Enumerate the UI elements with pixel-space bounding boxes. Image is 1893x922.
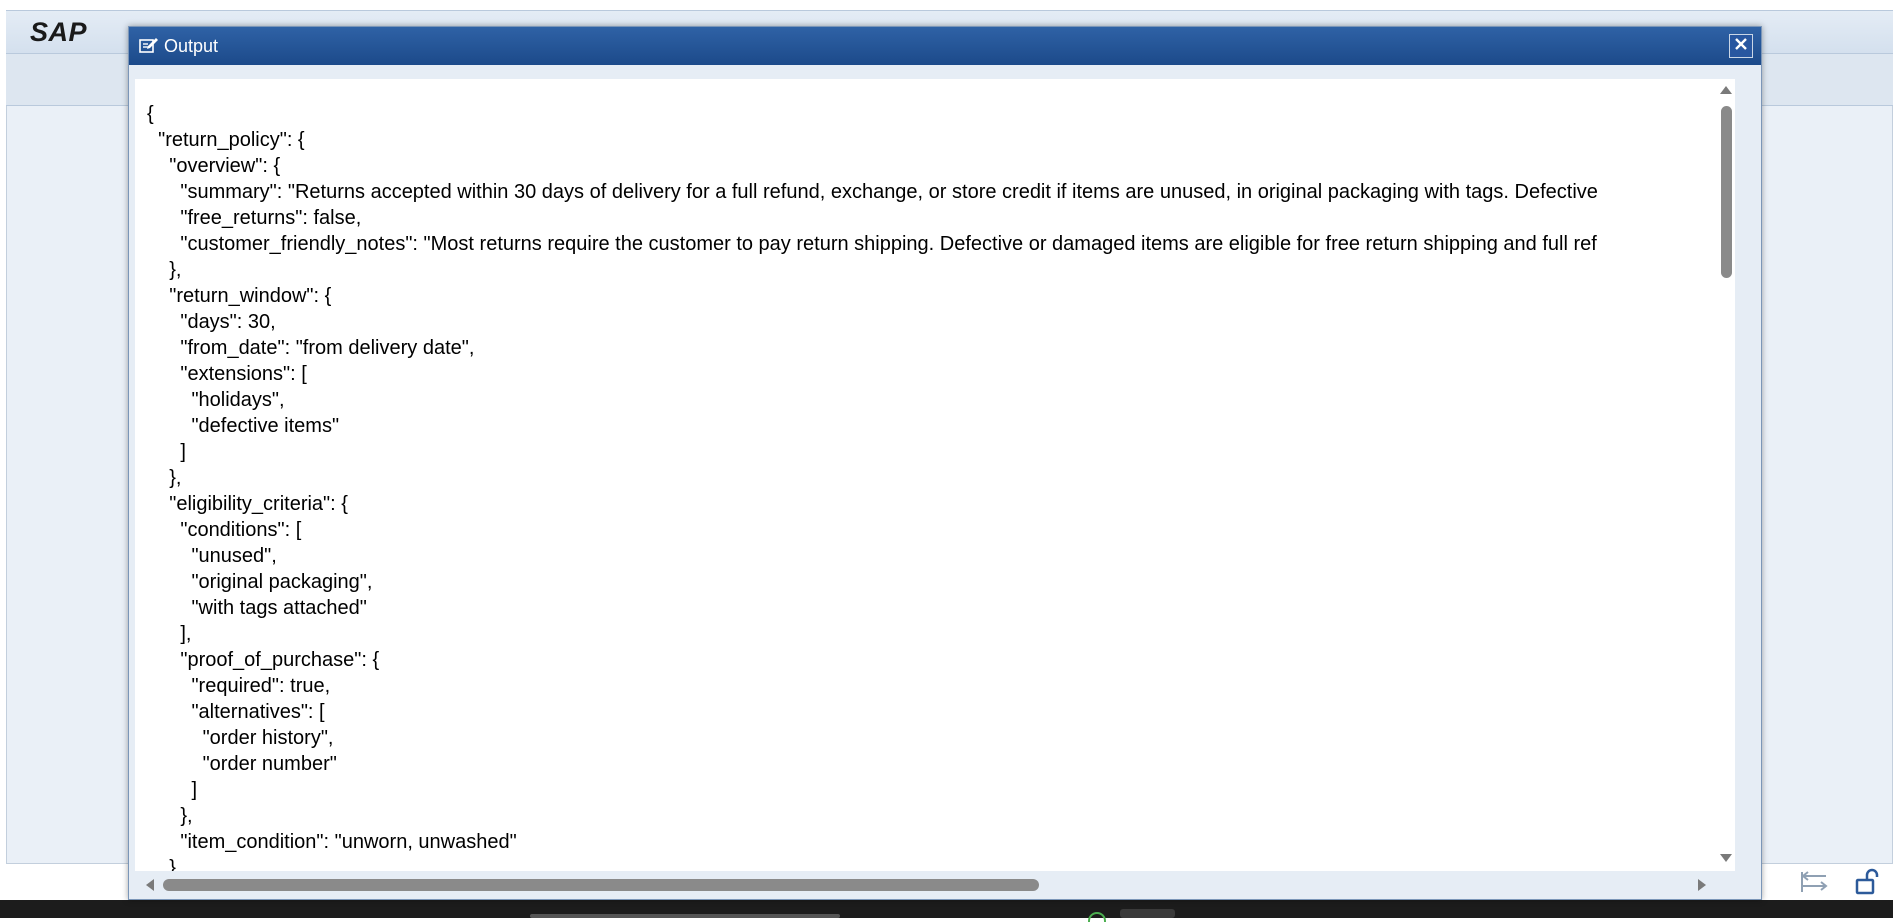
- code-line: "proof_of_purchase": {: [147, 649, 380, 671]
- horizontal-scrollbar[interactable]: [135, 871, 1735, 897]
- code-line: },: [147, 805, 193, 827]
- transfer-icon[interactable]: [1800, 870, 1830, 894]
- sap-logo: SAP: [30, 17, 88, 47]
- code-line: "overview": {: [147, 155, 281, 177]
- json-output-text: { "return_policy": { "overview": { "summ…: [147, 101, 1717, 871]
- code-line: "unused",: [147, 545, 277, 567]
- code-line: "original packaging",: [147, 571, 373, 593]
- vertical-scrollbar[interactable]: [1717, 79, 1735, 871]
- vertical-scroll-thumb[interactable]: [1721, 106, 1732, 278]
- code-line: "return_window": {: [147, 285, 332, 307]
- dialog-title: Output: [164, 36, 219, 56]
- code-line: "summary": "Returns accepted within 30 d…: [147, 181, 1598, 203]
- code-line: "customer_friendly_notes": "Most returns…: [147, 233, 1597, 255]
- dialog-titlebar[interactable]: Output: [129, 27, 1761, 65]
- output-text-area[interactable]: { "return_policy": { "overview": { "summ…: [135, 79, 1735, 871]
- taskbar-item[interactable]: [530, 914, 840, 918]
- output-icon: [139, 37, 159, 54]
- os-taskbar: [0, 900, 1893, 918]
- code-line: "conditions": [: [147, 519, 302, 541]
- code-line: "required": true,: [147, 675, 331, 697]
- unlock-icon[interactable]: [1853, 868, 1883, 896]
- close-icon: [1734, 37, 1748, 56]
- code-line: "free_returns": false,: [147, 207, 362, 229]
- scroll-up-arrow-icon[interactable]: [1718, 83, 1734, 97]
- scroll-left-arrow-icon[interactable]: [143, 877, 157, 893]
- code-line: },: [147, 467, 182, 489]
- horizontal-scroll-thumb[interactable]: [163, 879, 1039, 891]
- code-line: "alternatives": [: [147, 701, 325, 723]
- code-line: "from_date": "from delivery date",: [147, 337, 475, 359]
- code-line: ],: [147, 623, 192, 645]
- code-line: ]: [147, 779, 198, 801]
- code-line: "eligibility_criteria": {: [147, 493, 348, 515]
- taskbar-item[interactable]: [1120, 909, 1175, 918]
- code-line: ]: [147, 441, 186, 463]
- code-line: "defective items": [147, 415, 340, 437]
- code-line: }: [147, 857, 176, 871]
- code-line: "holidays",: [147, 389, 285, 411]
- code-line: "order number": [147, 753, 337, 775]
- code-line: "order history",: [147, 727, 334, 749]
- close-button[interactable]: [1729, 34, 1753, 58]
- scroll-down-arrow-icon[interactable]: [1718, 851, 1734, 865]
- output-dialog: Output { "return_policy": { "overview": …: [128, 26, 1762, 900]
- code-line: "item_condition": "unworn, unwashed": [147, 831, 517, 853]
- code-line: "return_policy": {: [147, 129, 305, 151]
- code-line: "days": 30,: [147, 311, 276, 333]
- scroll-right-arrow-icon[interactable]: [1695, 877, 1709, 893]
- code-line: {: [147, 103, 154, 125]
- code-line: "extensions": [: [147, 363, 307, 385]
- code-line: "with tags attached": [147, 597, 367, 619]
- code-line: },: [147, 259, 182, 281]
